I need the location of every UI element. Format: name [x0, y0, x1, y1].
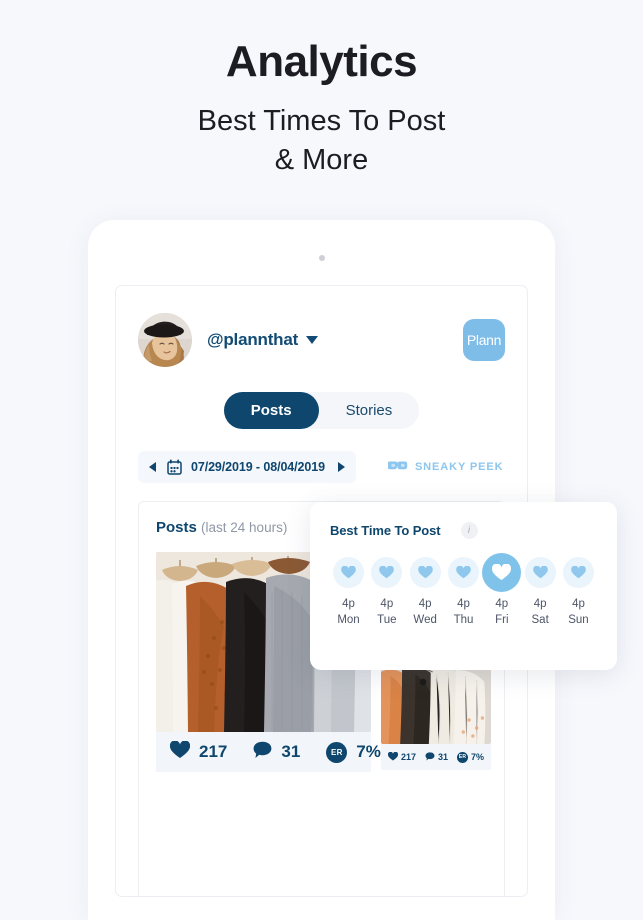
- heart-badge: [333, 557, 364, 588]
- date-range-value: 07/29/2019 - 08/04/2019: [191, 460, 325, 474]
- posts-panel-title: Posts: [156, 519, 197, 536]
- page-subtitle-line-1: Best Times To Post: [197, 105, 446, 137]
- heart-icon: [341, 566, 356, 579]
- post-image-side-2: [381, 666, 492, 744]
- heart-badge: [524, 557, 556, 588]
- heart-badge: [447, 557, 479, 588]
- sneaky-peek-label: SNEAKY PEEK: [414, 461, 504, 473]
- day-name: Sun: [568, 614, 589, 626]
- day-name: Sat: [531, 614, 549, 626]
- comment-icon: [253, 741, 272, 764]
- arrow-left-icon[interactable]: [149, 462, 156, 472]
- day-column-sun[interactable]: 4p Sun: [560, 557, 597, 626]
- post-card-side-2[interactable]: 217 31 ER 7%: [381, 666, 492, 770]
- info-icon[interactable]: i: [460, 522, 478, 539]
- heart-icon: [169, 739, 191, 764]
- day-time: 4p: [457, 598, 470, 610]
- comments-stat: 31: [425, 751, 449, 763]
- day-time: 4p: [380, 598, 394, 610]
- date-range-selector[interactable]: 07/29/2019 - 08/04/2019: [138, 451, 356, 483]
- comments-count: 31: [281, 742, 301, 761]
- posts-panel-subtitle: (last 24 hours): [201, 520, 288, 535]
- day-time: 4p: [495, 598, 509, 610]
- tab-stories[interactable]: Stories: [319, 392, 420, 429]
- day-column-tue[interactable]: 4p Tue: [368, 557, 405, 626]
- tabs-container: Posts Stories: [116, 392, 527, 429]
- engagement-rate-value: 7%: [356, 742, 381, 761]
- sneaky-peek-button[interactable]: SNEAKY PEEK: [387, 458, 504, 476]
- page-title: Analytics: [225, 37, 418, 86]
- chevron-down-icon[interactable]: [306, 336, 319, 344]
- tab-posts[interactable]: Posts: [223, 392, 319, 429]
- heart-icon: [379, 566, 395, 579]
- heart-icon: [492, 564, 512, 581]
- glasses-mask-icon: [387, 458, 408, 476]
- camera-dot-icon: [318, 255, 325, 261]
- best-time-to-post-title: Best Time To Post: [330, 523, 441, 538]
- day-name: Mon: [337, 614, 360, 626]
- post-stats-side-2: 217 31 ER 7%: [381, 744, 492, 770]
- plann-logo: Plann: [463, 319, 505, 361]
- comments-count: 31: [438, 752, 449, 762]
- heart-badge: [562, 557, 594, 588]
- day-name: Tue: [377, 614, 397, 626]
- likes-stat: 217: [387, 751, 417, 763]
- day-column-fri[interactable]: 4p Fri: [482, 553, 522, 626]
- page-subtitle: Best Times To Post & More: [0, 102, 643, 180]
- likes-stat: 217: [169, 739, 228, 764]
- arrow-right-icon[interactable]: [337, 462, 345, 472]
- heart-badge: [371, 557, 403, 588]
- best-time-to-post-header: Best Time To Post i: [330, 522, 597, 539]
- best-time-to-post-card: Best Time To Post i 4p Mon 4p Tue 4p Wed…: [310, 502, 617, 670]
- profile-row: @plannthat Plann: [116, 286, 527, 367]
- day-column-wed[interactable]: 4p Wed: [407, 557, 444, 626]
- engagement-rate-value: 7%: [471, 752, 485, 762]
- profile-handle[interactable]: @plannthat: [207, 330, 298, 350]
- day-column-thu[interactable]: 4p Thu: [445, 557, 482, 626]
- heart-icon: [532, 566, 548, 579]
- engagement-rate-badge: ER: [326, 741, 348, 763]
- day-time: 4p: [533, 598, 547, 610]
- heart-icon: [387, 751, 399, 763]
- heart-icon: [456, 566, 471, 579]
- comments-stat: 31: [253, 741, 300, 764]
- day-name: Wed: [413, 614, 437, 626]
- calendar-icon: [167, 459, 182, 475]
- day-time: 4p: [572, 598, 585, 610]
- post-stats-main: 217 31 ER 7%: [156, 732, 381, 772]
- day-column-sat[interactable]: 4p Sat: [522, 557, 559, 626]
- likes-count: 217: [401, 752, 417, 762]
- day-name: Fri: [495, 614, 509, 626]
- day-column-mon[interactable]: 4p Mon: [330, 557, 367, 626]
- comment-icon: [425, 751, 435, 763]
- engagement-stat: ER 7%: [326, 741, 381, 763]
- avatar[interactable]: [138, 313, 192, 367]
- engagement-stat: ER 7%: [457, 751, 485, 763]
- heart-icon: [571, 566, 586, 579]
- page-subtitle-line-2: & More: [274, 144, 369, 177]
- likes-count: 217: [199, 742, 228, 761]
- best-time-days-row: 4p Mon 4p Tue 4p Wed 4p Thu 4p Fri 4p Sa…: [330, 553, 597, 626]
- date-range-row: 07/29/2019 - 08/04/2019 SNEAKY PEEK: [116, 451, 527, 483]
- day-time: 4p: [418, 598, 432, 610]
- heart-icon: [417, 566, 433, 579]
- page-header: Analytics Best Times To Post & More: [0, 0, 643, 180]
- day-time: 4p: [342, 598, 355, 610]
- heart-badge: [409, 557, 441, 588]
- engagement-rate-badge: ER: [457, 751, 469, 763]
- day-name: Thu: [453, 614, 474, 626]
- heart-badge-best: [482, 553, 522, 592]
- tabs: Posts Stories: [223, 392, 420, 429]
